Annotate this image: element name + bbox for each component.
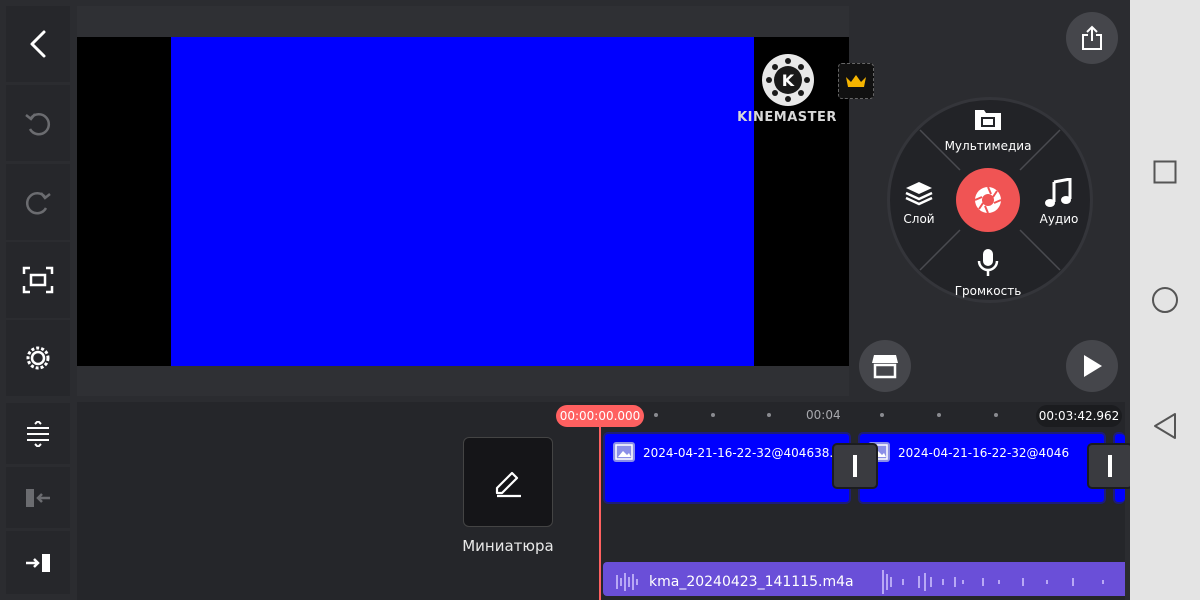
settings-button[interactable] <box>6 320 70 396</box>
transition-handle[interactable] <box>1087 443 1133 489</box>
redo-icon <box>25 192 51 215</box>
music-note-icon <box>1045 178 1072 207</box>
layer-label: Слой <box>903 212 935 226</box>
media-label: Мультимедиа <box>944 139 1032 153</box>
jump-to-start-icon <box>26 488 50 507</box>
voice-button[interactable]: Громкость <box>946 248 1030 300</box>
recent-apps-icon <box>1153 160 1177 184</box>
playhead[interactable] <box>599 426 601 600</box>
back-button[interactable] <box>6 6 70 82</box>
audio-label: Аудио <box>1039 212 1079 226</box>
audio-clip[interactable]: kma_20240423_141115.m4a <box>603 562 1125 596</box>
current-time-badge: 00:00:00.000 <box>556 405 644 427</box>
ruler-dot <box>994 413 998 417</box>
screen-capture-button[interactable] <box>6 242 70 318</box>
ruler-dot <box>654 413 658 417</box>
screen-capture-icon <box>22 266 54 294</box>
jump-to-end-icon <box>26 553 50 572</box>
ruler-dot <box>711 413 715 417</box>
ruler-dot <box>937 413 941 417</box>
media-folder-icon <box>975 110 1001 130</box>
clip-name: 2024-04-21-16-22-32@404638.j <box>643 446 837 460</box>
kinemaster-logo-icon: K <box>762 54 814 106</box>
audio-clip-name: kma_20240423_141115.m4a <box>649 574 854 590</box>
undo-icon <box>25 113 51 136</box>
home-button[interactable] <box>1151 286 1179 314</box>
preview-frame <box>171 37 754 366</box>
system-back-button[interactable] <box>1152 412 1178 440</box>
thumbnail-label: Миниатюра <box>462 537 554 555</box>
back-arrow-icon <box>30 30 46 58</box>
settings-icon <box>26 346 50 370</box>
expand-tracks-button[interactable] <box>6 403 70 464</box>
media-button[interactable]: Мультимедиа <box>940 104 1036 156</box>
record-button[interactable] <box>956 168 1020 232</box>
camera-shutter-icon <box>974 186 1002 214</box>
transition-handle[interactable] <box>832 443 878 489</box>
audio-button[interactable]: Аудио <box>1032 178 1086 230</box>
microphone-icon <box>977 249 999 276</box>
redo-button[interactable] <box>6 164 70 240</box>
store-icon <box>872 355 898 379</box>
voice-label: Громкость <box>954 284 1022 298</box>
crown-icon <box>846 75 866 87</box>
expand-tracks-icon <box>27 420 49 447</box>
watermark-text: KINEMASTER <box>737 110 837 125</box>
image-icon <box>613 442 635 462</box>
ruler-tick-label: 00:04 <box>806 408 841 422</box>
play-icon <box>1084 355 1102 377</box>
pencil-icon <box>495 471 521 498</box>
jump-to-start-button[interactable] <box>6 467 70 528</box>
layers-icon <box>905 182 933 206</box>
jump-to-end-button[interactable] <box>6 531 70 594</box>
ruler-dot <box>767 413 771 417</box>
layer-button[interactable]: Слой <box>892 178 946 230</box>
home-icon <box>1152 287 1178 313</box>
ruler-dot <box>880 413 884 417</box>
total-time-badge: 00:03:42.962 <box>1036 405 1122 427</box>
undo-button[interactable] <box>6 85 70 161</box>
back-triangle-icon <box>1154 413 1176 439</box>
video-clip[interactable]: 2024-04-21-16-22-32@4046 <box>858 432 1106 504</box>
share-button[interactable] <box>1066 12 1118 64</box>
clip-name: 2024-04-21-16-22-32@4046 <box>898 446 1070 460</box>
svg-text:K: K <box>782 71 795 90</box>
share-icon <box>1082 25 1102 50</box>
premium-button[interactable] <box>838 63 874 99</box>
asset-store-button[interactable] <box>859 340 911 392</box>
recent-apps-button[interactable] <box>1153 160 1177 184</box>
play-button[interactable] <box>1066 340 1118 392</box>
thumbnail-button[interactable] <box>463 437 553 527</box>
video-clip[interactable]: 2024-04-21-16-22-32@404638.j <box>603 432 851 504</box>
